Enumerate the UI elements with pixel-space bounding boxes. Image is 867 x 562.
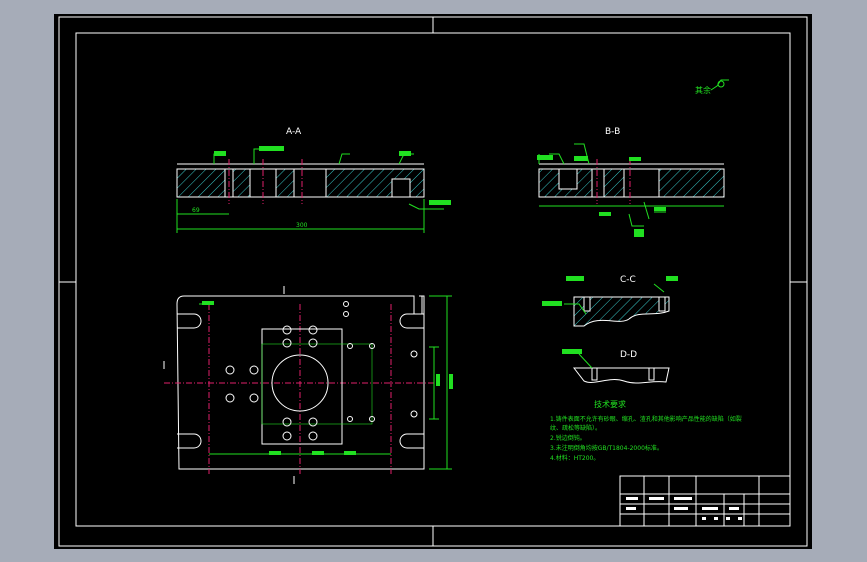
section-a-a-label: A-A xyxy=(286,127,302,137)
cad-viewport[interactable]: 其余 A-A 300 69 B-B C-C D-D 技术要求 1.铸件表面不允许… xyxy=(54,14,812,549)
outer-frame xyxy=(75,32,791,527)
section-d-d-body xyxy=(572,367,670,384)
section-d-d-label: D-D xyxy=(620,350,637,360)
section-c-c-label: C-C xyxy=(620,275,636,285)
tech-req-item-1-cont: 纹、疏松等缺陷）。 xyxy=(550,424,601,432)
tech-req-item-4: 4.材料：HT200。 xyxy=(550,454,599,462)
section-a-a: A-A 300 69 xyxy=(176,127,451,233)
roughness-note-text: 其余 xyxy=(695,85,711,95)
dim-overall-length: 300 xyxy=(296,222,308,229)
tech-req-item-1: 1.铸件表面不允许有砂眼、缩孔、渣孔和其他影响产品性能的缺陷（如裂 xyxy=(550,415,742,423)
tech-req-title: 技术要求 xyxy=(594,399,626,409)
inner-frame xyxy=(58,16,808,547)
roughness-note: 其余 xyxy=(695,79,729,95)
centering-marks xyxy=(59,17,807,546)
dim-left-offset: 69 xyxy=(192,207,200,214)
engineering-drawing: 其余 A-A 300 69 B-B C-C D-D 技术要求 1.铸件表面不允许… xyxy=(58,16,808,547)
section-b-b: B-B xyxy=(537,127,725,237)
tech-req-item-2: 2.锐边倒钝。 xyxy=(550,434,586,442)
tech-requirements: 技术要求 1.铸件表面不允许有砂眼、缩孔、渣孔和其他影响产品性能的缺陷（如裂 纹… xyxy=(550,399,742,462)
plan-view xyxy=(163,286,453,484)
title-block-marks xyxy=(626,497,742,520)
section-d-d: D-D xyxy=(562,349,670,384)
section-b-b-label: B-B xyxy=(605,127,620,137)
tech-req-item-3: 3.未注明倒角均按GB/T1804-2000标准。 xyxy=(550,444,663,452)
section-c-c: C-C xyxy=(542,275,678,327)
